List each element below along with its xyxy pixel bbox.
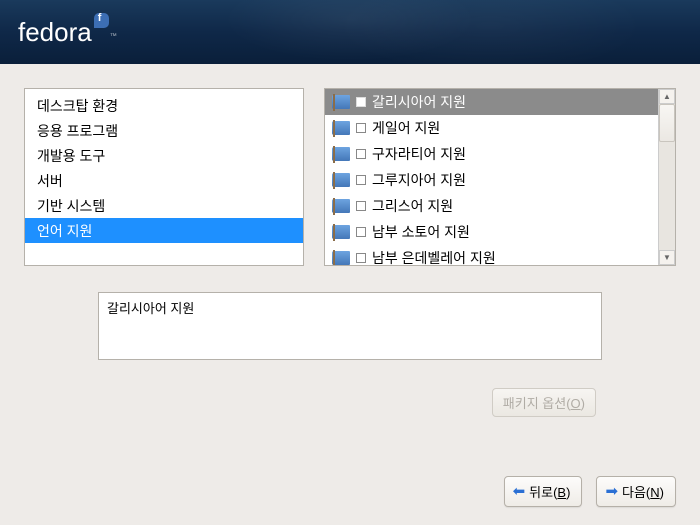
- flag-icon: [332, 147, 350, 161]
- subcategory-label: 구자라티어 지원: [372, 144, 466, 164]
- description-box: 갈리시아어 지원: [98, 292, 602, 360]
- subcategory-label: 그리스어 지원: [372, 196, 453, 216]
- header-banner: fedora ™: [0, 0, 700, 64]
- scroll-down-button[interactable]: ▼: [659, 250, 675, 265]
- checkbox[interactable]: [356, 97, 366, 107]
- checkbox[interactable]: [356, 253, 366, 263]
- category-item[interactable]: 개발용 도구: [25, 143, 303, 168]
- next-button[interactable]: ➡ 다음(N): [596, 476, 676, 507]
- flag-icon: [332, 173, 350, 187]
- subcategory-item[interactable]: 남부 소토어 지원: [325, 219, 658, 245]
- back-button[interactable]: ⬅ 뒤로(B): [504, 476, 583, 507]
- checkbox[interactable]: [356, 227, 366, 237]
- category-item[interactable]: 응용 프로그램: [25, 118, 303, 143]
- package-options-button: 패키지 옵션(O): [492, 388, 596, 417]
- category-panel: 데스크탑 환경응용 프로그램개발용 도구서버기반 시스템언어 지원: [24, 88, 304, 266]
- category-item[interactable]: 데스크탑 환경: [25, 93, 303, 118]
- category-item[interactable]: 기반 시스템: [25, 193, 303, 218]
- checkbox[interactable]: [356, 149, 366, 159]
- checkbox[interactable]: [356, 175, 366, 185]
- scroll-track[interactable]: [659, 104, 675, 250]
- flag-icon: [332, 199, 350, 213]
- flag-icon: [332, 95, 350, 109]
- description-text: 갈리시아어 지원: [107, 301, 194, 316]
- subcategory-item[interactable]: 그루지아어 지원: [325, 167, 658, 193]
- fedora-logo: fedora ™: [18, 17, 117, 48]
- category-item[interactable]: 서버: [25, 168, 303, 193]
- scroll-thumb[interactable]: [659, 104, 675, 142]
- arrow-left-icon: ⬅: [513, 484, 526, 499]
- flag-icon: [332, 225, 350, 239]
- subcategory-panel: 갈리시아어 지원게일어 지원구자라티어 지원그루지아어 지원그리스어 지원남부 …: [324, 88, 676, 266]
- category-item[interactable]: 언어 지원: [25, 218, 303, 243]
- subcategory-item[interactable]: 구자라티어 지원: [325, 141, 658, 167]
- scroll-up-button[interactable]: ▲: [659, 89, 675, 104]
- flag-icon: [332, 251, 350, 265]
- scrollbar[interactable]: ▲ ▼: [658, 89, 675, 265]
- subcategory-label: 게일어 지원: [372, 118, 440, 138]
- subcategory-label: 남부 소토어 지원: [372, 222, 470, 242]
- subcategory-item[interactable]: 남부 은데벨레어 지원: [325, 245, 658, 265]
- subcategory-item[interactable]: 그리스어 지원: [325, 193, 658, 219]
- subcategory-label: 남부 은데벨레어 지원: [372, 248, 496, 265]
- brand-name: fedora: [18, 17, 92, 48]
- subcategory-label: 갈리시아어 지원: [372, 92, 466, 112]
- subcategory-item[interactable]: 갈리시아어 지원: [325, 89, 658, 115]
- flag-icon: [332, 121, 350, 135]
- subcategory-item[interactable]: 게일어 지원: [325, 115, 658, 141]
- fedora-f-icon: [94, 13, 109, 28]
- checkbox[interactable]: [356, 201, 366, 211]
- checkbox[interactable]: [356, 123, 366, 133]
- subcategory-label: 그루지아어 지원: [372, 170, 466, 190]
- trademark: ™: [110, 33, 117, 40]
- arrow-right-icon: ➡: [605, 484, 618, 499]
